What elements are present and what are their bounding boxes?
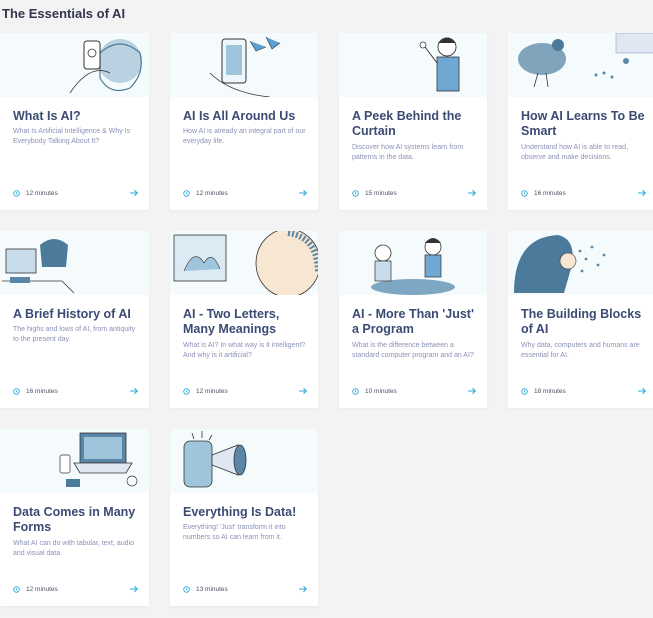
- card-footer: 12 minutes: [13, 187, 139, 199]
- duration: 12 minutes: [26, 585, 58, 593]
- duration: 13 minutes: [196, 585, 228, 593]
- duration: 10 minutes: [365, 387, 397, 395]
- card-description: Everything! 'Just' transform it into num…: [183, 524, 286, 541]
- course-card-building-blocks[interactable]: The Building Blocks of AI Why data, comp…: [508, 231, 653, 408]
- arrow-right-icon[interactable]: [468, 189, 477, 197]
- clock-icon: [183, 189, 190, 197]
- card-title: Everything Is Data!: [183, 505, 297, 519]
- card-title: AI - Two Letters, Many Meanings: [183, 307, 280, 336]
- card-description: The highs and lows of AI, from antiquity…: [13, 326, 136, 343]
- arrow-right-icon[interactable]: [299, 387, 308, 395]
- card-description: How AI is already an integral part of ou…: [183, 128, 306, 145]
- card-title: What Is AI?: [13, 109, 81, 123]
- card-footer: 13 minutes: [183, 583, 308, 595]
- arrow-right-icon[interactable]: [130, 387, 139, 395]
- course-card-more-than-program[interactable]: AI - More Than 'Just' a Program What is …: [339, 231, 487, 408]
- clock-icon: [13, 585, 20, 593]
- card-title: How AI Learns To Be Smart: [521, 109, 645, 138]
- card-description: What AI can do with tabular, text, audio…: [13, 540, 135, 557]
- clock-icon: [13, 387, 20, 395]
- card-footer: 12 minutes: [183, 187, 308, 199]
- course-card-how-ai-learns[interactable]: How AI Learns To Be Smart Understand how…: [508, 33, 653, 210]
- course-card-two-letters[interactable]: AI - Two Letters, Many Meanings What is …: [170, 231, 318, 408]
- card-title: A Brief History of AI: [13, 307, 131, 321]
- course-card-ai-all-around[interactable]: AI Is All Around Us How AI is already an…: [170, 33, 318, 210]
- arrow-right-icon[interactable]: [638, 189, 647, 197]
- arrow-right-icon[interactable]: [299, 189, 308, 197]
- duration: 12 minutes: [26, 189, 58, 197]
- course-card-what-is-ai[interactable]: What Is AI? What Is Artificial Intellige…: [0, 33, 149, 210]
- section-title: The Essentials of AI: [2, 6, 126, 21]
- clock-icon: [352, 189, 359, 197]
- duration: 18 minutes: [534, 387, 566, 395]
- card-footer: 12 minutes: [13, 583, 139, 595]
- clock-icon: [352, 387, 359, 395]
- illustration-robot-phone: [0, 33, 149, 97]
- card-footer: 18 minutes: [521, 385, 647, 397]
- card-title: The Building Blocks of AI: [521, 307, 642, 336]
- card-description: Discover how AI systems learn from patte…: [352, 144, 464, 161]
- card-footer: 16 minutes: [521, 187, 647, 199]
- illustration-megaphone-can: [170, 429, 318, 493]
- illustration-laptop-devices: [0, 429, 149, 493]
- card-description: What is AI? In what way is it intelligen…: [183, 342, 306, 359]
- illustration-robot-person-table: [339, 231, 487, 295]
- course-card-brief-history[interactable]: A Brief History of AI The highs and lows…: [0, 231, 149, 408]
- card-footer: 10 minutes: [352, 385, 477, 397]
- course-card-peek-behind-curtain[interactable]: A Peek Behind the Curtain Discover how A…: [339, 33, 487, 210]
- duration: 16 minutes: [26, 387, 58, 395]
- duration: 16 minutes: [534, 189, 566, 197]
- duration: 12 minutes: [196, 387, 228, 395]
- duration: 12 minutes: [196, 189, 228, 197]
- card-footer: 16 minutes: [13, 385, 139, 397]
- illustration-person-waving: [339, 33, 487, 97]
- clock-icon: [13, 189, 20, 197]
- card-description: Why data, computers and humans are essen…: [521, 342, 640, 359]
- illustration-person-computer: [0, 231, 149, 295]
- card-description: What Is Artificial Intelligence & Why Is…: [13, 128, 131, 145]
- course-grid: What Is AI? What Is Artificial Intellige…: [0, 33, 653, 606]
- clock-icon: [183, 585, 190, 593]
- clock-icon: [183, 387, 190, 395]
- card-title: AI Is All Around Us: [183, 109, 296, 123]
- arrow-right-icon[interactable]: [299, 585, 308, 593]
- card-title: A Peek Behind the Curtain: [352, 109, 462, 138]
- card-footer: 12 minutes: [183, 385, 308, 397]
- course-card-everything-data[interactable]: Everything Is Data! Everything! 'Just' t…: [170, 429, 318, 606]
- arrow-right-icon[interactable]: [638, 387, 647, 395]
- duration: 15 minutes: [365, 189, 397, 197]
- card-footer: 15 minutes: [352, 187, 477, 199]
- card-description: What is the difference between a standar…: [352, 342, 474, 359]
- card-description: Understand how AI is able to read, obser…: [521, 144, 629, 161]
- clock-icon: [521, 189, 528, 197]
- arrow-right-icon[interactable]: [468, 387, 477, 395]
- course-card-data-forms[interactable]: Data Comes in Many Forms What AI can do …: [0, 429, 149, 606]
- arrow-right-icon[interactable]: [130, 189, 139, 197]
- illustration-phone-hand: [170, 33, 318, 97]
- illustration-face-brain: [170, 231, 318, 295]
- illustration-bird: [508, 33, 653, 97]
- card-title: Data Comes in Many Forms: [13, 505, 136, 534]
- illustration-head-dots: [508, 231, 653, 295]
- card-title: AI - More Than 'Just' a Program: [352, 307, 474, 336]
- arrow-right-icon[interactable]: [130, 585, 139, 593]
- clock-icon: [521, 387, 528, 395]
